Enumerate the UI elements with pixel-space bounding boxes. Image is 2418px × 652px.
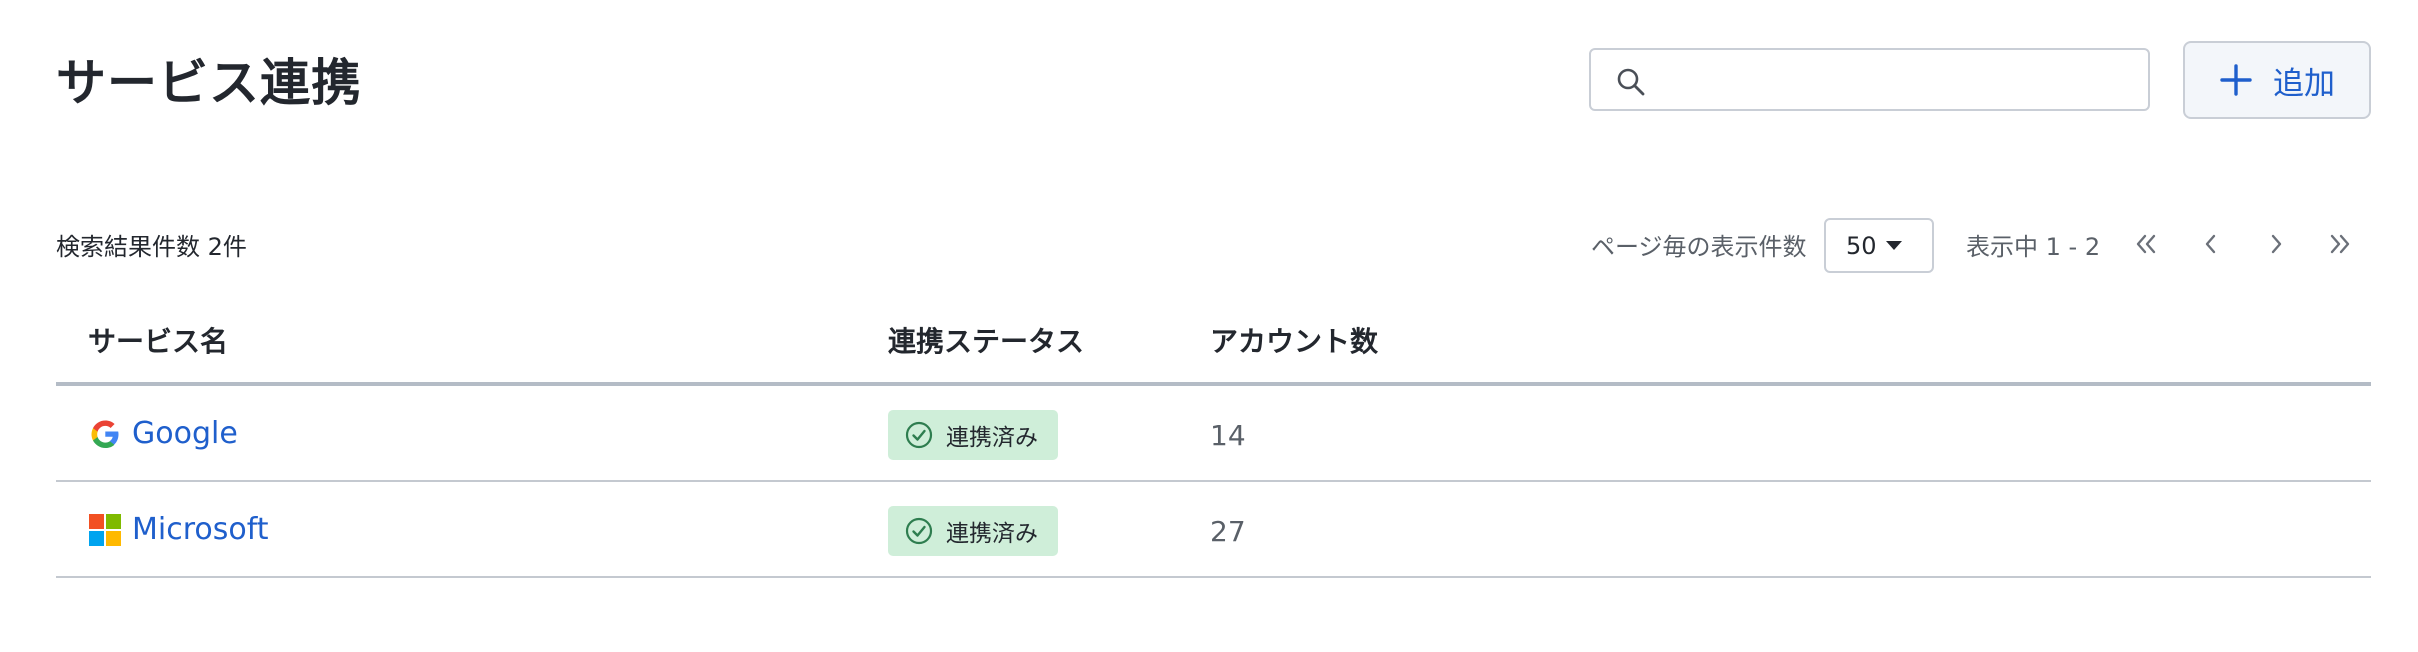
last-page-icon [2330,234,2350,254]
per-page-value: 50 [1846,231,1877,260]
pagination-showing: 表示中 1 - 2 [1966,233,2101,261]
caret-down-icon [1886,241,1902,250]
service-link-microsoft[interactable]: Microsoft [88,512,269,547]
service-integration-page: サービス連携 追加 検索結果件数 2件 ページ毎の表示件数 50 表示中 1 -… [0,0,2418,652]
page-title: サービス連携 [56,54,362,112]
column-header-accounts[interactable]: アカウント数 [1210,320,1378,360]
add-button-label: 追加 [2273,65,2335,102]
service-name: Microsoft [132,512,269,547]
first-page-icon [2136,234,2156,254]
result-count: 検索結果件数 2件 [56,233,247,261]
service-link-google[interactable]: Google [88,416,238,451]
plus-icon [2220,64,2252,96]
next-page-icon [2271,234,2282,254]
google-logo-icon [91,420,119,448]
search-input[interactable] [1663,58,2133,102]
status-text: 連携済み [946,521,1038,547]
next-page-button[interactable] [2258,226,2294,262]
prev-page-button[interactable] [2193,226,2229,262]
per-page-label: ページ毎の表示件数 [1591,233,1807,261]
per-page-select[interactable]: 50 [1824,218,1934,273]
search-box[interactable] [1589,48,2150,111]
microsoft-logo-icon [89,513,121,546]
table-row: Google 連携済み 14 [56,386,2371,482]
check-circle-icon [905,421,933,449]
status-badge: 連携済み [888,506,1058,556]
column-header-service[interactable]: サービス名 [88,320,228,360]
column-header-status[interactable]: 連携ステータス [888,320,1084,360]
service-name: Google [132,416,238,451]
check-circle-icon [905,517,933,545]
add-button[interactable]: 追加 [2183,41,2371,119]
status-badge: 連携済み [888,410,1058,460]
last-page-button[interactable] [2322,226,2358,262]
first-page-button[interactable] [2128,226,2164,262]
search-icon [1617,68,1645,96]
status-text: 連携済み [946,425,1038,451]
prev-page-icon [2205,234,2216,254]
table-row: Microsoft 連携済み 27 [56,482,2371,578]
account-count: 27 [1210,515,1246,548]
account-count: 14 [1210,419,1246,452]
